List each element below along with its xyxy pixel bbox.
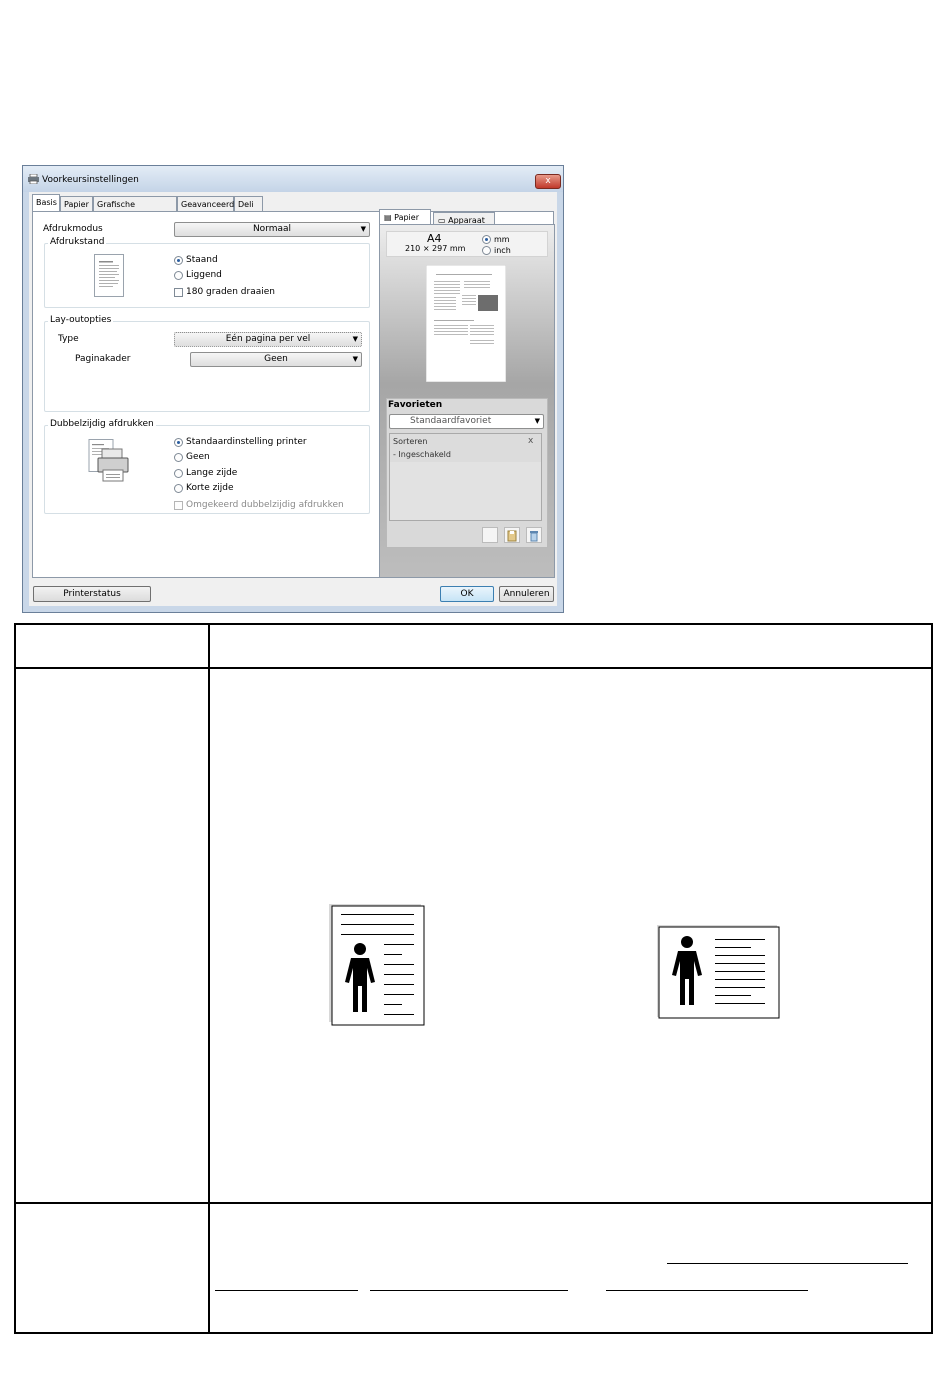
orientation-portrait-radio[interactable]	[174, 256, 183, 265]
tab-basis[interactable]: Basis	[32, 194, 60, 212]
print-mode-select[interactable]: Normaal ▼	[174, 222, 370, 237]
portrait-orientation-illustration	[329, 904, 425, 1026]
description-table	[14, 623, 933, 1334]
table-border-bottom	[14, 1332, 933, 1334]
duplex-group-label: Dubbelzijdig afdrukken	[48, 419, 156, 430]
unit-mm-radio[interactable]	[482, 235, 491, 244]
layout-type-select[interactable]: Eén pagina per vel ▼	[174, 332, 362, 347]
link-underline	[606, 1290, 808, 1291]
table-border-right	[931, 623, 933, 1334]
preview-panel: A4 210 × 297 mm mm inch Favorieten Stand…	[379, 224, 555, 578]
link-underline	[667, 1263, 908, 1264]
unit-mm-label: mm	[494, 235, 510, 244]
rotate-180-checkbox[interactable]	[174, 288, 183, 297]
rotate-180-label: 180 graden draaien	[186, 287, 275, 297]
delete-favorite-icon[interactable]	[526, 527, 542, 543]
tab-label: Papier	[394, 213, 419, 222]
printer-icon	[28, 174, 39, 184]
duplex-long-edge-label: Lange zijde	[186, 468, 238, 478]
paper-dimensions: 210 × 297 mm	[405, 244, 466, 253]
layout-group-label: Lay-outopties	[48, 315, 114, 326]
printer-status-button[interactable]: Printerstatus	[33, 586, 151, 602]
chevron-down-icon: ▼	[352, 355, 358, 363]
cancel-label: Annuleren	[503, 589, 550, 599]
tab-label: Deli	[238, 200, 254, 209]
table-border-top	[14, 623, 933, 625]
reverse-duplex-checkbox[interactable]	[174, 501, 183, 510]
duplex-printer-icon	[88, 439, 129, 482]
favorites-select[interactable]: Standaardfavoriet ▼	[389, 414, 544, 429]
duplex-long-edge-radio[interactable]	[174, 469, 183, 478]
favorites-item-title: Sorteren	[393, 437, 428, 446]
page-border-select[interactable]: Geen ▼	[190, 352, 362, 367]
remove-favorite-icon[interactable]: x	[528, 436, 533, 447]
chevron-down-icon: ▼	[352, 335, 358, 343]
portrait-page-icon	[94, 254, 124, 297]
tab-label: Basis	[36, 198, 57, 207]
favorites-item-value: - Ingeschakeld	[393, 450, 451, 459]
orientation-landscape-label: Liggend	[186, 270, 222, 280]
link-underline	[370, 1290, 568, 1291]
tab-grafische-elementen[interactable]: Grafische elementen	[93, 196, 177, 220]
layout-type-label: Type	[58, 334, 79, 344]
duplex-default-label: Standaardinstelling printer	[186, 437, 307, 447]
table-border-left	[14, 623, 16, 1334]
tab-preview-paper[interactable]: ▤ Papier	[379, 209, 431, 225]
page-icon: ▤	[384, 213, 392, 222]
page-preview-thumbnail	[426, 265, 506, 382]
tab-deli[interactable]: Deli	[234, 196, 263, 211]
duplex-default-radio[interactable]	[174, 438, 183, 447]
unit-inch-label: inch	[494, 246, 511, 255]
chevron-down-icon: ▼	[360, 225, 366, 233]
tab-papier[interactable]: Papier	[60, 196, 93, 211]
title-bar[interactable]: Voorkeursinstellingen x	[23, 166, 563, 192]
page-border-value: Geen	[264, 354, 288, 364]
preferences-dialog: Voorkeursinstellingen x Basis Papier Gra…	[22, 165, 564, 613]
trash-icon	[530, 531, 538, 542]
orientation-landscape-radio[interactable]	[174, 271, 183, 280]
orientation-group-label: Afdrukstand	[48, 237, 107, 248]
layout-type-value: Eén pagina per vel	[225, 334, 311, 344]
ok-label: OK	[460, 589, 474, 599]
duplex-none-label: Geen	[186, 452, 210, 462]
duplex-none-radio[interactable]	[174, 453, 183, 462]
printer-status-label: Printerstatus	[63, 589, 121, 599]
landscape-orientation-illustration	[657, 925, 780, 1019]
chevron-down-icon: ▼	[534, 417, 540, 425]
unit-inch-radio[interactable]	[482, 246, 491, 255]
table-row-divider	[14, 667, 933, 669]
close-button[interactable]: x	[535, 174, 561, 189]
close-icon: x	[545, 176, 551, 186]
new-favorite-icon[interactable]	[482, 527, 498, 543]
window-title: Voorkeursinstellingen	[42, 175, 139, 185]
print-mode-label: Afdrukmodus	[43, 224, 103, 234]
duplex-short-edge-radio[interactable]	[174, 484, 183, 493]
save-icon	[507, 530, 517, 542]
favorites-header: Favorieten	[388, 400, 443, 410]
save-favorite-icon[interactable]	[504, 527, 520, 543]
tab-label: Papier	[64, 200, 89, 209]
table-column-divider	[208, 623, 210, 1334]
tab-geavanceerd[interactable]: Geavanceerd	[177, 196, 234, 211]
print-mode-value: Normaal	[252, 224, 292, 234]
favorites-selected-value: Standaardfavoriet	[410, 416, 492, 426]
tab-label: Geavanceerd	[181, 200, 235, 209]
table-row-divider	[14, 1202, 933, 1204]
page-border-label: Paginakader	[75, 354, 131, 364]
duplex-short-edge-label: Korte zijde	[186, 483, 234, 493]
link-underline	[215, 1290, 358, 1291]
reverse-duplex-label: Omgekeerd dubbelzijdig afdrukken	[186, 500, 344, 510]
orientation-portrait-label: Staand	[186, 255, 218, 265]
ok-button[interactable]: OK	[440, 586, 494, 602]
cancel-button[interactable]: Annuleren	[499, 586, 554, 602]
dialog-client: Basis Papier Grafische elementen Geavanc…	[29, 192, 557, 606]
